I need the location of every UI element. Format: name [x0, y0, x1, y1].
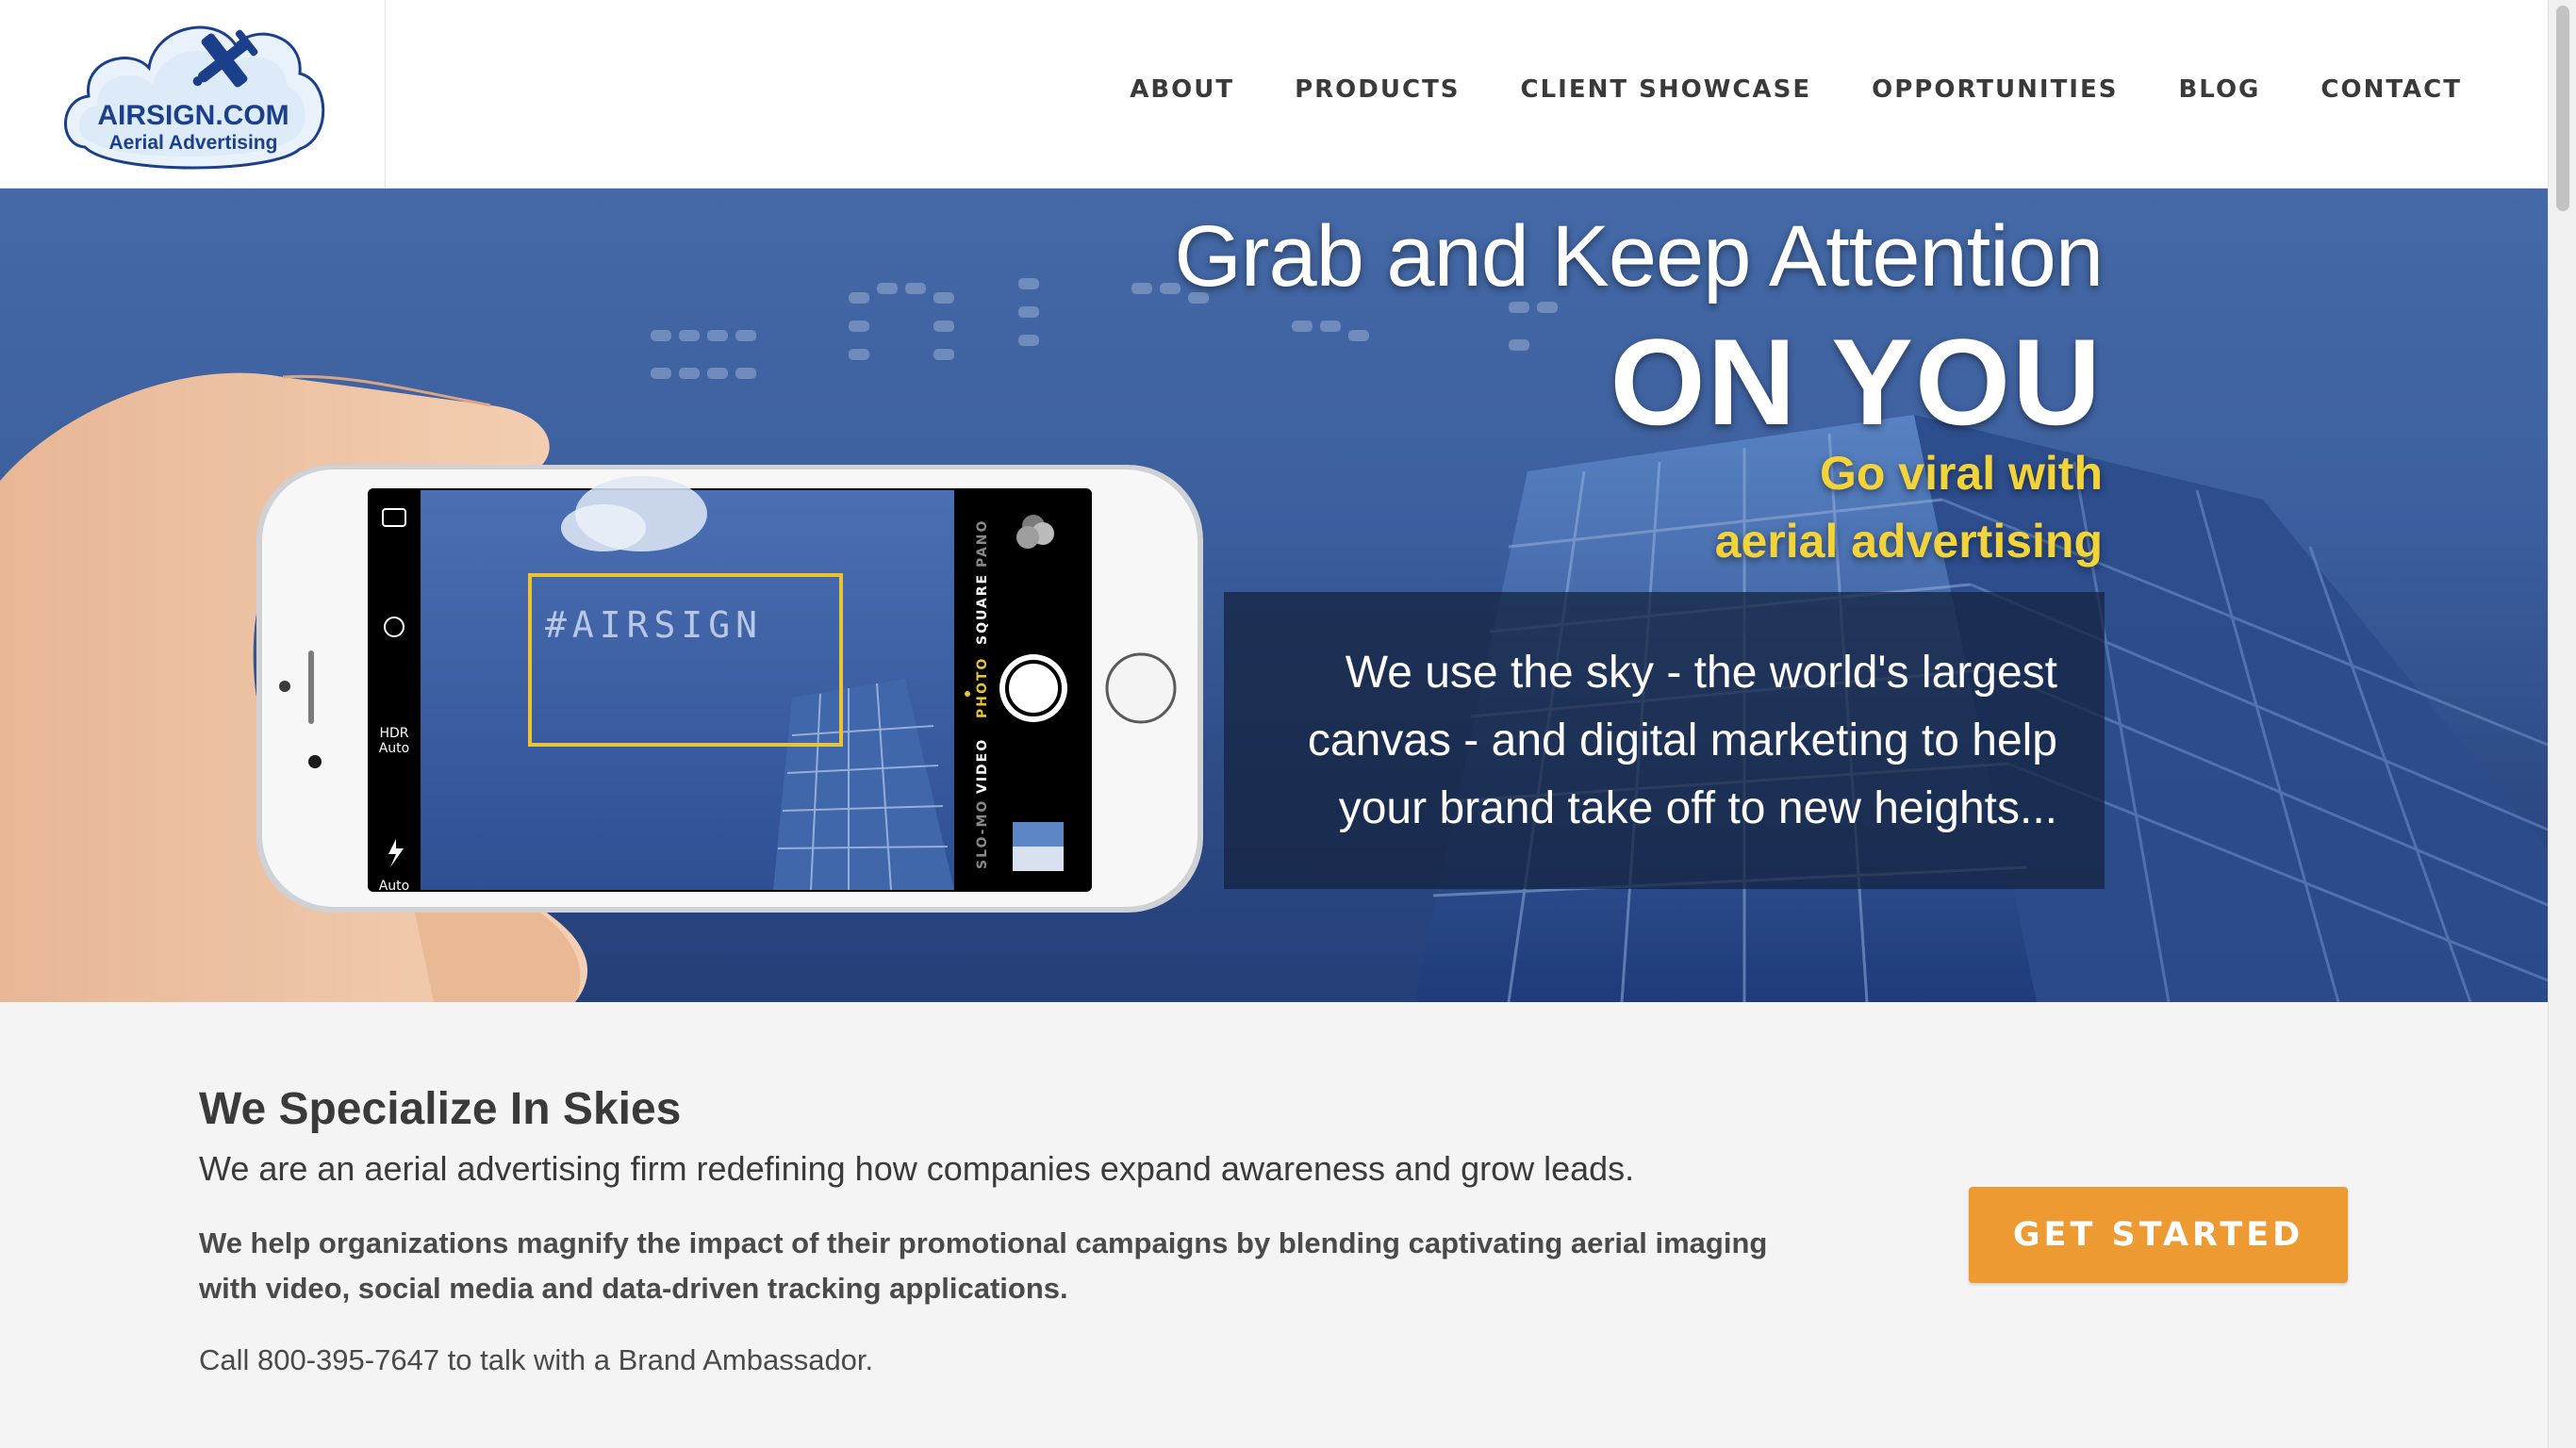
- nav-blog[interactable]: BLOG: [2178, 75, 2260, 104]
- sky-text: #AIRSIGN: [545, 604, 763, 646]
- nav-products[interactable]: PRODUCTS: [1295, 75, 1460, 104]
- mode-slomo: SLO-MO: [975, 799, 990, 869]
- airsign-logo: AIRSIGN.COM Aerial Advertising: [64, 25, 325, 170]
- phone-illustration: #AIRSIGN HDR Auto Auto SLO-MO VIDEO PHOT…: [256, 465, 1203, 913]
- logo-link[interactable]: AIRSIGN.COM Aerial Advertising: [0, 0, 386, 188]
- logo-brand-text: AIRSIGN.COM: [97, 100, 289, 131]
- get-started-button[interactable]: GET STARTED: [1969, 1187, 2348, 1283]
- logo-tagline-text: Aerial Advertising: [109, 132, 278, 154]
- section-body: We help organizations magnify the impact…: [199, 1226, 1768, 1305]
- mode-square: SQUARE: [975, 573, 990, 645]
- page-scrollbar[interactable]: [2548, 0, 2576, 1448]
- hero-tagline-line1: Go viral with: [1819, 447, 2103, 500]
- nav-client-showcase[interactable]: CLIENT SHOWCASE: [1521, 75, 1812, 104]
- hero-panel-text: We use the sky - the world's largest can…: [1307, 648, 2057, 833]
- mode-photo: PHOTO: [975, 657, 990, 718]
- hero-tagline-line2: aerial advertising: [1714, 515, 2103, 568]
- nav-opportunities[interactable]: OPPORTUNITIES: [1872, 75, 2118, 104]
- intro-section: We Specialize In Skies We are an aerial …: [0, 1002, 2548, 1448]
- hero-headline: Grab and Keep Attention: [1174, 208, 2104, 304]
- call-to-action-text: Call 800-395-7647 to talk with a Brand A…: [199, 1343, 874, 1376]
- home-button-icon: [1105, 652, 1177, 724]
- hdr-label: HDR: [379, 726, 408, 741]
- hero-banner: #AIRSIGN HDR Auto Auto SLO-MO VIDEO PHOT…: [0, 189, 2548, 1002]
- scrollbar-thumb[interactable]: [2556, 6, 2569, 211]
- nav-about[interactable]: ABOUT: [1130, 75, 1234, 104]
- main-nav: ABOUT PRODUCTS CLIENT SHOWCASE OPPORTUNI…: [1069, 75, 2462, 104]
- flash-value: Auto: [379, 879, 410, 894]
- hero-text-panel: We use the sky - the world's largest can…: [1224, 592, 2105, 889]
- hdr-value: Auto: [379, 741, 410, 756]
- hero-tagline: Go viral with aerial advertising: [1715, 439, 2103, 575]
- mode-video: VIDEO: [975, 738, 990, 794]
- mode-pano: PANO: [975, 519, 990, 568]
- section-title: We Specialize In Skies: [199, 1084, 682, 1134]
- site-header: AIRSIGN.COM Aerial Advertising ABOUT PRO…: [0, 0, 2548, 189]
- nav-contact[interactable]: CONTACT: [2320, 75, 2462, 104]
- section-subtitle: We are an aerial advertising firm redefi…: [199, 1149, 1635, 1188]
- hero-headline-emphasis: ON YOU: [1610, 313, 2103, 451]
